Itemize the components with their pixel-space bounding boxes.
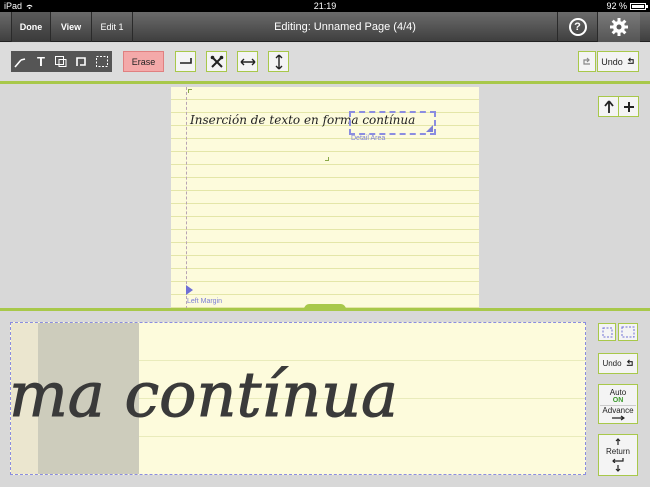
text-tool-button[interactable]: T [31,51,51,72]
battery-percent: 92 % [606,1,627,11]
undo-label: Undo [601,56,623,67]
clipboard-icon [55,56,67,67]
settings-button[interactable] [597,12,640,42]
help-icon: ? [568,18,587,36]
redo-button[interactable] [578,51,596,72]
writing-undo-label: Undo [602,359,622,368]
gear-icon [610,18,628,36]
plus-icon [623,101,634,112]
auto-state: ON [612,396,624,404]
arrow-right-icon [612,415,625,420]
page-title: Editing: Unnamed Page (4/4) [274,21,416,33]
undo-icon [627,57,634,64]
select-area-button[interactable] [598,323,616,341]
marquee-icon [95,56,108,67]
arrow-up-small-icon [615,438,621,445]
writing-canvas[interactable]: ma contínua [10,322,586,475]
pen-tool-button[interactable] [11,51,31,72]
svg-text:ma contínua: ma contínua [11,358,398,431]
help-button[interactable]: ? [557,12,597,42]
done-button[interactable]: Done [11,12,51,42]
marquee-small-icon [602,327,612,337]
status-bar: iPad 21:19 92 % [0,0,650,12]
auto-advance-button[interactable]: Auto ON Advance [598,384,638,424]
horizontal-arrows-icon [240,58,255,65]
undo-button[interactable]: Undo [597,51,639,72]
undo-icon [626,359,633,366]
clock: 21:19 [313,1,337,11]
handwriting-strokes: ma contínua [11,358,399,432]
height-button[interactable] [268,51,289,72]
add-button[interactable] [618,96,639,117]
edit-button[interactable]: Edit 1 [92,12,133,42]
toolbar: T Erase Undo [0,43,650,84]
line-break-icon [179,57,192,64]
return-icon [612,458,624,463]
clipboard-tool-button[interactable] [51,51,71,72]
left-margin-line [186,87,187,309]
insertion-mark [325,157,329,161]
scroll-up-button[interactable] [598,96,619,117]
writing-undo-button[interactable]: Undo [598,353,638,374]
battery-info: 92 % [606,1,648,11]
pen-icon [14,57,26,68]
arrow-up-icon [603,99,614,113]
view-button[interactable]: View [51,12,92,42]
tools-icon [210,55,223,68]
line-break-button[interactable] [175,51,196,72]
nav-bar: Done View Edit 1 Editing: Unnamed Page (… [0,12,650,42]
lasso-tool-button[interactable] [71,51,91,72]
detail-area-label: Detail Area [351,135,386,142]
marquee-large-icon [621,326,635,338]
return-button[interactable]: Return [598,434,638,476]
auto-label: Auto [609,387,627,397]
battery-icon [630,2,648,10]
vertical-arrows-icon [275,54,282,69]
select-tool-button[interactable] [91,51,112,72]
detail-area-box[interactable] [349,111,436,135]
left-margin-label: Left Margin [187,298,223,305]
advance-label: Advance [600,404,636,415]
erase-button[interactable]: Erase [123,51,164,72]
text-icon: T [37,54,45,69]
return-label: Return [605,447,630,456]
left-margin-handle[interactable] [186,285,193,295]
page-corner-mark [188,89,192,93]
redo-icon [583,57,590,65]
arrow-down-small-icon [615,465,621,472]
lasso-icon [76,57,86,66]
expand-area-button[interactable] [618,323,638,341]
width-button[interactable] [237,51,258,72]
tools-button[interactable] [206,51,227,72]
resize-handle-icon[interactable] [426,125,433,132]
